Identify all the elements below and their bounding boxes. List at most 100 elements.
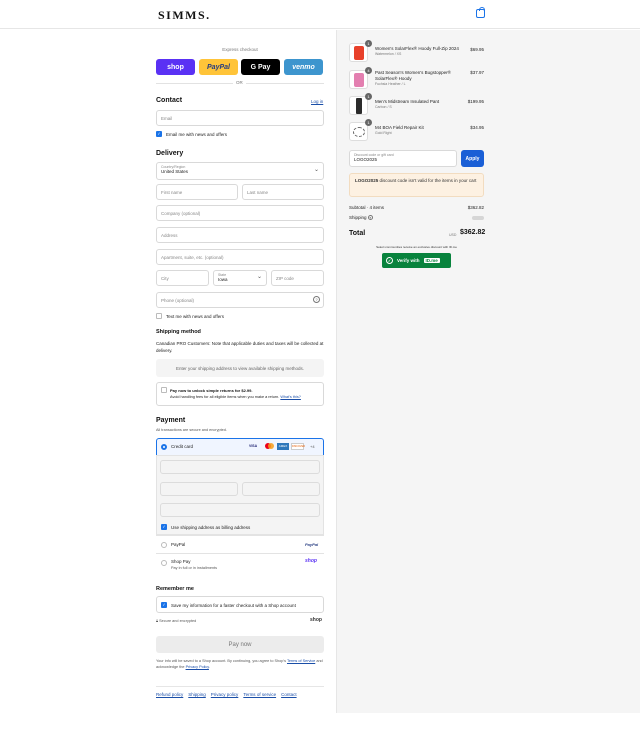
idme-note: Select communities receive an exclusive …	[376, 245, 457, 249]
first-name-field[interactable]: First name	[156, 184, 238, 200]
returns-sub: Avoid handling fees for all eligible ite…	[170, 395, 301, 399]
help-icon[interactable]: ?	[313, 296, 320, 303]
country-select[interactable]: Country/Region United States	[156, 162, 324, 180]
total-label: Total	[349, 230, 366, 237]
returns-checkbox[interactable]	[161, 387, 167, 393]
shop-privacy-link[interactable]: Privacy Policy	[186, 665, 209, 669]
secure-label: Secure and encrypted	[159, 619, 197, 623]
company-field[interactable]: Company (optional)	[156, 205, 324, 221]
paypal-button[interactable]: PayPal	[199, 59, 238, 75]
google-pay-button[interactable]: G Pay	[241, 59, 280, 75]
expiration-field[interactable]	[160, 482, 238, 496]
brand-logo[interactable]: SIMMS.	[158, 8, 211, 23]
shipping-label: Shipping ?	[349, 215, 373, 220]
check-icon: ✓	[386, 257, 393, 264]
shop-terms-link[interactable]: Terms of Service	[287, 659, 315, 663]
shipping-link[interactable]: Shipping	[188, 692, 206, 697]
security-code-field[interactable]	[242, 482, 320, 496]
billing-label: Use shipping address as billing address	[171, 525, 251, 530]
shop-pay-button[interactable]: shop	[156, 59, 195, 75]
shop-pay-radio[interactable]	[161, 560, 167, 566]
news-checkbox[interactable]: ✓	[156, 131, 162, 137]
city-field[interactable]: City	[156, 270, 209, 286]
item-variant: Carbon / S	[375, 105, 392, 109]
footer-links: Refund policy Shipping Privacy policy Te…	[156, 692, 297, 697]
login-link[interactable]: Log in	[311, 99, 323, 104]
paypal-logo-icon: PayPal	[305, 542, 319, 547]
apartment-field[interactable]: Apartment, suite, etc. (optional)	[156, 249, 324, 265]
idme-logo-icon: ID.me	[423, 258, 440, 263]
contact-link[interactable]: Contact	[281, 692, 297, 697]
privacy-policy-link[interactable]: Privacy policy	[211, 692, 239, 697]
apply-button[interactable]: Apply	[461, 150, 484, 167]
error-code: LOGO2025	[355, 178, 379, 183]
discount-error: LOGO2025 discount code isn't valid for t…	[349, 173, 484, 197]
text-news-checkbox[interactable]	[156, 313, 162, 319]
returns-sub-text: Avoid handling fees for all eligible ite…	[170, 395, 280, 399]
credit-card-radio[interactable]	[161, 444, 167, 450]
card-number-field[interactable]	[160, 460, 320, 474]
item-variant: Gold Right	[375, 131, 392, 135]
refund-policy-link[interactable]: Refund policy	[156, 692, 183, 697]
subtotal-value: $362.82	[467, 205, 484, 210]
subtotal-label: Subtotal · 4 items	[349, 205, 385, 210]
billing-checkbox[interactable]: ✓	[161, 524, 167, 530]
save-info-checkbox[interactable]: ✓	[161, 602, 167, 608]
shopping-bag-icon[interactable]	[476, 7, 485, 18]
payment-sub: All transactions are secure and encrypte…	[156, 428, 227, 432]
phone-field[interactable]: Phone (optional)	[156, 292, 324, 308]
discount-field[interactable]: Discount code or gift card LOGO2025	[349, 150, 457, 167]
more-cards-label: +4	[310, 444, 315, 449]
legal-end: .	[208, 665, 210, 669]
address-field[interactable]: Address	[156, 227, 324, 243]
shipping-value-placeholder	[472, 216, 484, 220]
shipping-method-heading: Shipping method	[156, 329, 201, 335]
paypal-radio[interactable]	[161, 542, 167, 548]
cart-item: Past Season's Women's Bugstopper® SolarF…	[375, 70, 455, 86]
terms-of-service-link[interactable]: Terms of service	[243, 692, 276, 697]
item-variant: Watermelon / XS	[375, 52, 402, 56]
returns-title: Pay now to unlock simple returns for $2.…	[170, 388, 253, 393]
chevron-down-icon: ⌄	[257, 274, 263, 280]
or-label: OR	[233, 80, 246, 85]
shipping-methods-placeholder: Enter your shipping address to view avai…	[156, 359, 324, 377]
quantity-badge: 1	[365, 93, 372, 100]
chevron-down-icon: ⌄	[314, 167, 320, 173]
footer-divider	[156, 686, 324, 687]
shop-logo-icon: shop	[305, 558, 317, 564]
credit-card-label: Credit card	[171, 444, 194, 449]
discount-value: LOGO2025	[354, 157, 378, 162]
last-name-field[interactable]: Last name	[242, 184, 324, 200]
shop-pay-sub: Pay in full or in installments	[171, 566, 218, 570]
shop-logo-icon: shop	[310, 617, 322, 623]
legal-text-1: Your info will be saved to a Shop accoun…	[156, 659, 286, 663]
whats-this-link[interactable]: What's this?	[280, 395, 301, 399]
quantity-badge: 1	[365, 119, 372, 126]
item-price: $199.95	[467, 99, 484, 104]
item-name: Past Season's Women's Bugstopper® SolarF…	[375, 70, 451, 81]
zip-field[interactable]: ZIP code	[271, 270, 324, 286]
venmo-button[interactable]: venmo	[284, 59, 323, 75]
text-news-label: Text me with news and offers	[166, 314, 224, 319]
name-on-card-field[interactable]	[160, 503, 320, 517]
email-field[interactable]: Email	[156, 110, 324, 126]
header: SIMMS.	[0, 0, 640, 29]
discover-icon: DISCOVER	[291, 443, 306, 450]
news-label: Email me with news and offers	[166, 132, 227, 137]
payment-heading: Payment	[156, 417, 186, 424]
express-checkout-label: Express checkout	[222, 47, 258, 52]
country-value: United States	[161, 169, 189, 174]
paypal-label: PayPal	[171, 542, 186, 547]
legal-text: Your info will be saved to a Shop accoun…	[156, 658, 326, 670]
item-price: $69.95	[470, 47, 484, 52]
verify-idme-button[interactable]: ✓ Verify with ID.me	[382, 253, 451, 268]
amex-icon: AMEX	[277, 443, 289, 450]
returns-option[interactable]	[156, 382, 324, 406]
canadian-note: Canadian PRO Customers: Note that applic…	[156, 341, 324, 353]
shop-pay-label: Shop Pay	[171, 559, 191, 564]
item-price: $37.97	[470, 70, 484, 75]
delivery-heading: Delivery	[156, 150, 184, 157]
contact-heading: Contact	[156, 97, 183, 104]
info-icon[interactable]: ?	[367, 215, 373, 220]
pay-now-button[interactable]: Pay now	[156, 636, 324, 653]
